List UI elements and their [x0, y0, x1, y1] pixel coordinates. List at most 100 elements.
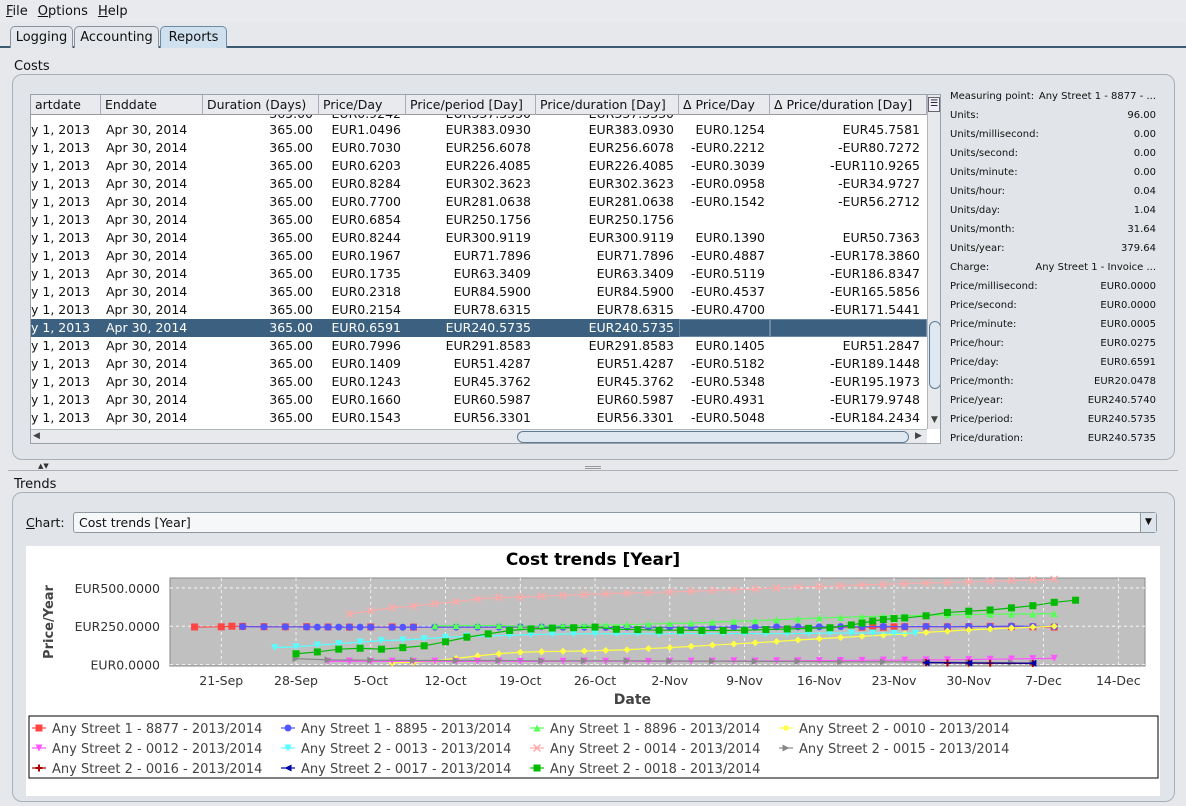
table-row[interactable]: y 1, 2013 Apr 30, 2014 365.00 EUR0.1967 EUR7… [31, 247, 927, 265]
table-row[interactable]: y 1, 2013 Apr 30, 2014 365.00 EUR0.6591 EUR2… [31, 319, 927, 337]
property-key: Price/minute: [950, 319, 1017, 330]
column-header[interactable]: Δ Price/Day [679, 95, 770, 115]
property-value: EUR0.6591 [1100, 357, 1156, 368]
table-cell: EUR51.2847 [842, 338, 920, 353]
table-row[interactable]: y 1, 2013 Apr 30, 2014 365.00 EUR0.1735 EUR6… [31, 265, 927, 283]
table-row[interactable]: y 1, 2013 Apr 30, 2014 365.00 EUR1.0496 EUR3… [31, 121, 927, 139]
table-cell: Apr 30, 2014 [106, 122, 188, 137]
table-cell: -EUR0.5348 [691, 374, 765, 389]
data-point [634, 626, 642, 634]
chart-title: Cost trends [Year] [506, 550, 680, 570]
column-header[interactable]: artdate [31, 95, 101, 115]
table-row[interactable]: y 1, 2013 Apr 30, 2014 365.00 EUR0.1409 EUR5… [31, 355, 927, 373]
table-row[interactable]: y 1, 2013 Apr 30, 2014 365.00 EUR0.8244 EUR3… [31, 229, 927, 247]
tab-reports[interactable]: Reports [160, 26, 227, 48]
data-point [388, 623, 396, 631]
table-row[interactable]: y 1, 2013 Apr 30, 2014 365.00 EUR0.2318 EUR8… [31, 283, 927, 301]
table-cell: EUR60.5987 [453, 392, 531, 407]
property-value: 0.00 [1133, 129, 1156, 140]
table-row[interactable]: y 1, 2013 Apr 30, 2014 365.00 EUR0.8284 EUR3… [31, 175, 927, 193]
table-cell: y 1, 2013 [31, 230, 91, 245]
chart-select-label: Chart: [26, 515, 65, 530]
menu-options[interactable]: Options [38, 4, 88, 19]
chart-select[interactable]: Cost trends [Year] ▼ [73, 512, 1157, 533]
column-header[interactable]: Price/Day [319, 95, 406, 115]
data-point [965, 607, 973, 615]
tab-logging[interactable]: Logging [10, 26, 73, 48]
property-key: Price/year: [950, 395, 1004, 406]
property-key: Units: [950, 110, 979, 121]
column-header[interactable]: Δ Price/duration [Day] [770, 95, 927, 115]
x-tick-label: 23-Nov [872, 673, 917, 688]
table-cell: 365.00 [269, 248, 313, 263]
data-point [527, 625, 535, 633]
tab-accounting[interactable]: Accounting [74, 26, 159, 48]
property-value: Any Street 1 - 8877 - ... [1038, 91, 1156, 102]
table-cell: -EUR184.2434 [830, 410, 920, 425]
scroll-right-icon[interactable]: ▶ [915, 431, 922, 441]
menu-file[interactable]: File [6, 4, 28, 19]
series-line [926, 662, 1033, 664]
data-point [922, 612, 930, 620]
table-cell: EUR51.4287 [453, 356, 531, 371]
table-cell: -EUR0.4887 [691, 248, 765, 263]
table-row[interactable]: y 1, 2013 Apr 30, 2014 365.00 EUR0.7996 EUR2… [31, 337, 927, 355]
property-row: Units/year: 379.64 [944, 240, 1160, 259]
data-point [313, 623, 321, 631]
data-point [719, 626, 727, 634]
table-cell: -EUR0.2212 [691, 140, 765, 155]
data-point [943, 608, 951, 616]
table-row[interactable]: y 1, 2013 Apr 30, 2014 365.00 EUR0.6854 EUR2… [31, 211, 927, 229]
data-point [324, 623, 332, 631]
table-row[interactable]: y 1, 2013 Apr 30, 2014 365.00 EUR0.1243 EUR4… [31, 373, 927, 391]
column-header[interactable]: Price/duration [Day] [536, 95, 679, 115]
data-point [612, 625, 620, 633]
data-point [762, 626, 770, 634]
split-pane-divider[interactable]: ▲▼ [8, 462, 1178, 471]
table-cell [679, 211, 765, 229]
scroll-down-icon[interactable]: ▼ [931, 415, 938, 425]
property-key: Units/hour: [950, 186, 1006, 197]
property-key: Price/hour: [950, 338, 1004, 349]
legend-swatch-marker [35, 724, 43, 732]
chevron-down-icon[interactable]: ▼ [1140, 513, 1156, 532]
table-cell: EUR300.9119 [588, 230, 674, 245]
table-cell: EUR302.3623 [588, 176, 674, 191]
table-cell: -EUR110.9265 [830, 158, 920, 173]
data-point [228, 622, 236, 630]
table-cell: y 1, 2013 [31, 284, 91, 299]
column-header[interactable]: Enddate [101, 95, 203, 115]
splitter-grip-icon[interactable] [585, 466, 601, 469]
column-header[interactable]: Price/period [Day] [406, 95, 536, 115]
table-row[interactable]: y 1, 2013 Apr 30, 2014 365.00 EUR0.7700 EUR2… [31, 193, 927, 211]
scroll-left-icon[interactable]: ◀ [33, 431, 40, 441]
table-row[interactable]: y 1, 2013 Apr 30, 2014 365.00 EUR0.1543 EUR5… [31, 409, 927, 427]
horizontal-scrollbar[interactable]: ◀ ▶ [31, 429, 927, 443]
data-point [367, 623, 375, 631]
property-row: Units/hour: 0.04 [944, 183, 1160, 202]
collapse-arrows-icon[interactable]: ▲▼ [38, 462, 49, 470]
table-cell: EUR256.6078 [445, 140, 531, 155]
vertical-scroll-thumb[interactable] [929, 321, 940, 389]
x-tick-label: 9-Nov [726, 673, 763, 688]
menu-help[interactable]: Help [98, 4, 128, 19]
column-chooser-icon[interactable]: ☰ [928, 97, 940, 112]
table-row[interactable]: y 1, 2013 Apr 30, 2014 365.00 EUR0.2154 EUR7… [31, 301, 927, 319]
table-row[interactable]: y 1, 2013 Apr 30, 2014 365.00 EUR0.7030 EUR2… [31, 139, 927, 157]
table-cell: Apr 30, 2014 [106, 410, 188, 425]
table-row[interactable]: y 1, 2013 Apr 30, 2014 365.00 EUR0.6203 EUR2… [31, 157, 927, 175]
table-cell: Apr 30, 2014 [106, 212, 188, 227]
property-row: Units/month: 31.64 [944, 221, 1160, 240]
data-point [858, 619, 866, 627]
property-value: EUR0.0000 [1100, 281, 1156, 292]
table-cell: y 1, 2013 [31, 248, 91, 263]
column-header[interactable]: Duration (Days) [203, 95, 319, 115]
vertical-scrollbar[interactable]: ▲ ▼ [927, 95, 940, 429]
legend-swatch-marker [284, 724, 292, 732]
property-value: 31.64 [1127, 224, 1156, 235]
table-row[interactable]: y 1, 2013 Apr 30, 2014 365.00 EUR0.1660 EUR6… [31, 391, 927, 409]
property-value: EUR20.0478 [1094, 376, 1156, 387]
horizontal-scroll-thumb[interactable] [517, 431, 909, 443]
table-cell: EUR291.8583 [588, 338, 674, 353]
property-value: 379.64 [1121, 243, 1156, 254]
